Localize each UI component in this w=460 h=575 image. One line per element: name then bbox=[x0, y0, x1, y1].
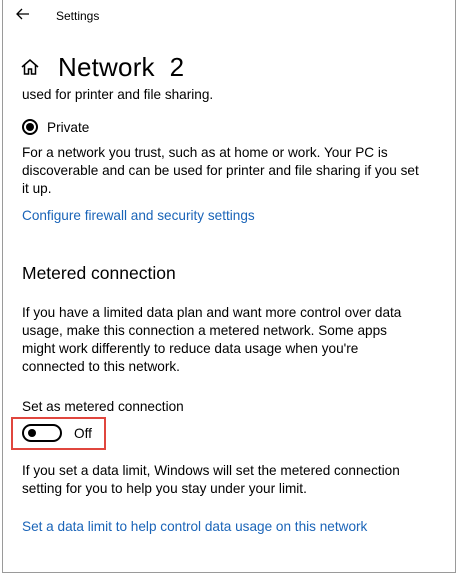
previous-description-tail: used for printer and file sharing. bbox=[22, 87, 214, 102]
arrow-left-icon bbox=[16, 7, 30, 25]
toggle-state-text: Off bbox=[74, 425, 92, 441]
home-icon[interactable] bbox=[20, 57, 40, 77]
page-header: Network 2 bbox=[20, 50, 184, 84]
private-radio-option[interactable]: Private bbox=[22, 119, 89, 135]
metered-toggle-label: Set as metered connection bbox=[22, 399, 184, 414]
title-bar: Settings bbox=[0, 0, 460, 32]
page-title: Network 2 bbox=[58, 51, 185, 82]
radio-selected-dot bbox=[26, 123, 34, 131]
metered-section-title: Metered connection bbox=[22, 263, 176, 283]
toggle-knob bbox=[28, 429, 36, 437]
metered-toggle-row: Off bbox=[22, 424, 92, 442]
data-limit-info: If you set a data limit, Windows will se… bbox=[22, 463, 400, 496]
configure-firewall-link[interactable]: Configure firewall and security settings bbox=[22, 208, 255, 223]
private-radio-label: Private bbox=[47, 119, 90, 135]
private-radio[interactable] bbox=[22, 119, 38, 135]
back-button[interactable] bbox=[11, 4, 35, 28]
private-description: For a network you trust, such as at home… bbox=[22, 145, 419, 196]
metered-connection-toggle[interactable] bbox=[22, 424, 62, 442]
window-title: Settings bbox=[56, 9, 100, 23]
metered-description: If you have a limited data plan and want… bbox=[22, 305, 402, 374]
set-data-limit-link[interactable]: Set a data limit to help control data us… bbox=[22, 519, 367, 534]
